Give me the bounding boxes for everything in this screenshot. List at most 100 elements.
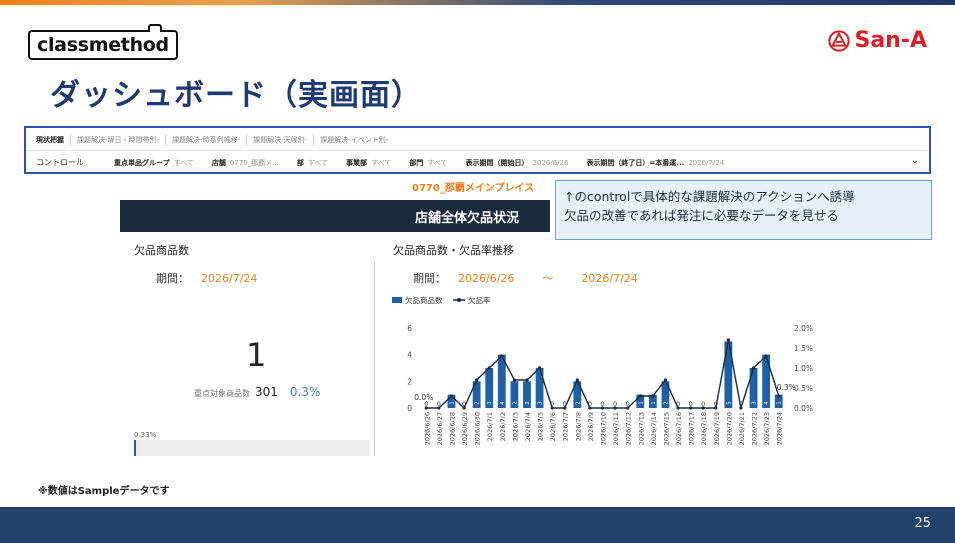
rate-series-point bbox=[512, 378, 516, 382]
san-a-logo: San-A bbox=[828, 28, 927, 53]
rate-series-point bbox=[475, 378, 479, 382]
x-tick-label: 2026/7/21 bbox=[738, 412, 746, 445]
panel-divider bbox=[374, 262, 375, 456]
tab-event[interactable]: 課題解決-イベント別- bbox=[314, 135, 394, 145]
x-tick-label: 2026/7/2 bbox=[499, 412, 507, 441]
x-tick-label: 2026/7/5 bbox=[537, 412, 545, 441]
y-left-tick: 6 bbox=[407, 324, 412, 333]
bar-data-label: 3 bbox=[752, 401, 758, 405]
rate-series-point bbox=[525, 378, 529, 382]
x-tick-label: 2026/7/12 bbox=[625, 412, 633, 445]
x-tick-label: 2026/7/10 bbox=[600, 412, 608, 445]
page-number: 25 bbox=[914, 516, 931, 531]
dashboard-control-panel: 現状把握 課題解決-曜日・時間帯別- 課題解決-時系列推移- 課題解決-天候別-… bbox=[24, 126, 931, 174]
bar-data-label: 1 bbox=[651, 401, 657, 405]
rate-series-point bbox=[600, 406, 605, 410]
tab-timeseries[interactable]: 課題解決-時系列推移- bbox=[166, 135, 248, 145]
y-right-tick: 0.0% bbox=[794, 404, 813, 413]
bar-data-label: 1 bbox=[449, 401, 455, 405]
period-date: 2026/7/24 bbox=[201, 271, 258, 285]
legend-marker-line bbox=[457, 298, 461, 302]
rate-series-point bbox=[487, 366, 491, 370]
bar-data-label: 3 bbox=[487, 401, 493, 405]
x-tick-label: 2026/6/26 bbox=[423, 412, 431, 445]
chevron-down-icon[interactable]: ⌄ bbox=[911, 155, 919, 166]
tab-weather[interactable]: 課題解決-天候別- bbox=[247, 135, 315, 145]
filter-value: すべて bbox=[371, 158, 392, 167]
x-tick-label: 2026/7/22 bbox=[751, 412, 759, 445]
x-tick-label: 2026/6/28 bbox=[448, 412, 456, 445]
bar-data-label: 4 bbox=[500, 401, 506, 405]
legend-label-bar: 欠品商品数 bbox=[405, 295, 443, 305]
y-right-tick: 0.5% bbox=[794, 384, 813, 393]
filter-value: すべて bbox=[427, 158, 448, 167]
rate-series-point bbox=[424, 406, 428, 410]
filter-name: 事業部 bbox=[346, 158, 368, 167]
logo-tab-shape bbox=[147, 24, 162, 32]
filter-name: 部 bbox=[296, 158, 304, 167]
filter-division[interactable]: 事業部 すべて bbox=[346, 158, 391, 168]
rate-series-point bbox=[739, 406, 743, 410]
period-separator: 〜 bbox=[542, 272, 554, 285]
x-tick-label: 2026/7/16 bbox=[675, 412, 683, 445]
filter-department[interactable]: 部すべて bbox=[297, 158, 328, 168]
rate-series-point bbox=[714, 406, 718, 410]
filter-item-group[interactable]: 重点単品グループ すべて bbox=[114, 158, 194, 168]
filter-name: 重点単品グループ bbox=[114, 158, 170, 167]
y-right-tick: 1.0% bbox=[794, 364, 813, 373]
period-label: 期間： bbox=[156, 272, 189, 285]
classmethod-logo: classmethod bbox=[28, 24, 178, 60]
filter-store[interactable]: 店舗 0770_那覇メ... bbox=[212, 158, 279, 168]
filter-end-date[interactable]: 表示期間（終了日）=本番運... 2026/7/24 bbox=[586, 158, 724, 168]
slide: classmethod San-A ダッシュボード（実画面） 現状把握 課題解決… bbox=[0, 0, 955, 543]
sample-data-note: ※数値はSampleデータです bbox=[38, 486, 170, 497]
store-name: 0770_那覇メインプレイス bbox=[412, 183, 535, 194]
rate-series-point bbox=[437, 406, 441, 410]
rate-series-point bbox=[575, 378, 579, 382]
page-title: ダッシュボード（実画面） bbox=[50, 78, 422, 113]
tab-weekday-time[interactable]: 課題解決-曜日・時間帯別- bbox=[71, 135, 167, 145]
filter-name: 表示期間（終了日）=本番運... bbox=[586, 158, 685, 167]
x-tick-label: 2026/7/24 bbox=[776, 412, 784, 445]
control-filters: コントロール 重点単品グループ すべて 店舗 0770_那覇メ... 部すべて 事業… bbox=[36, 157, 742, 168]
tab-current-status[interactable]: 現状把握 bbox=[36, 135, 71, 145]
dashboard-tabs: 現状把握 課題解決-曜日・時間帯別- 課題解決-時系列推移- 課題解決-天候別-… bbox=[36, 135, 394, 145]
top-accent-bar bbox=[0, 0, 955, 5]
rate-series-point bbox=[550, 406, 554, 410]
bar-data-label: 2 bbox=[663, 401, 669, 405]
filter-value: 2026/7/24 bbox=[688, 158, 725, 167]
x-tick-label: 2026/7/1 bbox=[486, 412, 494, 441]
right-period: 期間： 2026/6/26 〜 2026/7/24 bbox=[413, 270, 638, 286]
filter-value: 0770_那覇メ... bbox=[229, 158, 279, 167]
y-right-tick: 2.0% bbox=[794, 324, 813, 333]
classmethod-logo-text: classmethod bbox=[37, 34, 169, 56]
rate-series-point bbox=[777, 394, 781, 398]
bar-data-label: 5 bbox=[726, 401, 732, 405]
filter-section[interactable]: 部門 すべて bbox=[409, 158, 447, 168]
rate-series-point bbox=[626, 406, 630, 410]
x-tick-label: 2026/7/15 bbox=[662, 412, 670, 445]
rate-series-point bbox=[462, 406, 466, 410]
y-left-tick: 0 bbox=[407, 404, 412, 413]
bar-data-label: 2 bbox=[475, 401, 481, 405]
x-tick-label: 2026/7/4 bbox=[524, 412, 532, 441]
rate-series-point bbox=[689, 406, 693, 410]
controls-label: コントロール bbox=[36, 158, 84, 167]
filter-name: 店舗 bbox=[211, 158, 226, 167]
rate-first-label: 0.0% bbox=[414, 393, 433, 402]
x-tick-label: 2026/7/17 bbox=[688, 412, 696, 445]
x-tick-label: 2026/7/3 bbox=[511, 412, 519, 441]
rate-series-point bbox=[751, 366, 756, 370]
x-tick-label: 2026/7/23 bbox=[763, 412, 771, 445]
tabs-divider bbox=[26, 150, 929, 151]
bar-data-label: 2 bbox=[512, 401, 518, 405]
rate-series-point bbox=[651, 394, 655, 398]
filter-start-date[interactable]: 表示期間（開始日） 2026/6/26 bbox=[466, 158, 569, 168]
x-tick-label: 2026/7/19 bbox=[713, 412, 721, 445]
x-tick-label: 2026/7/6 bbox=[549, 412, 557, 441]
target-items-metric: 重点対象商品数 301 0.3% bbox=[194, 385, 320, 399]
rate-series-point bbox=[500, 354, 504, 358]
stockout-rate-value: 0.3% bbox=[289, 385, 321, 399]
rate-series-point bbox=[563, 406, 567, 410]
rate-series-point bbox=[663, 378, 668, 382]
